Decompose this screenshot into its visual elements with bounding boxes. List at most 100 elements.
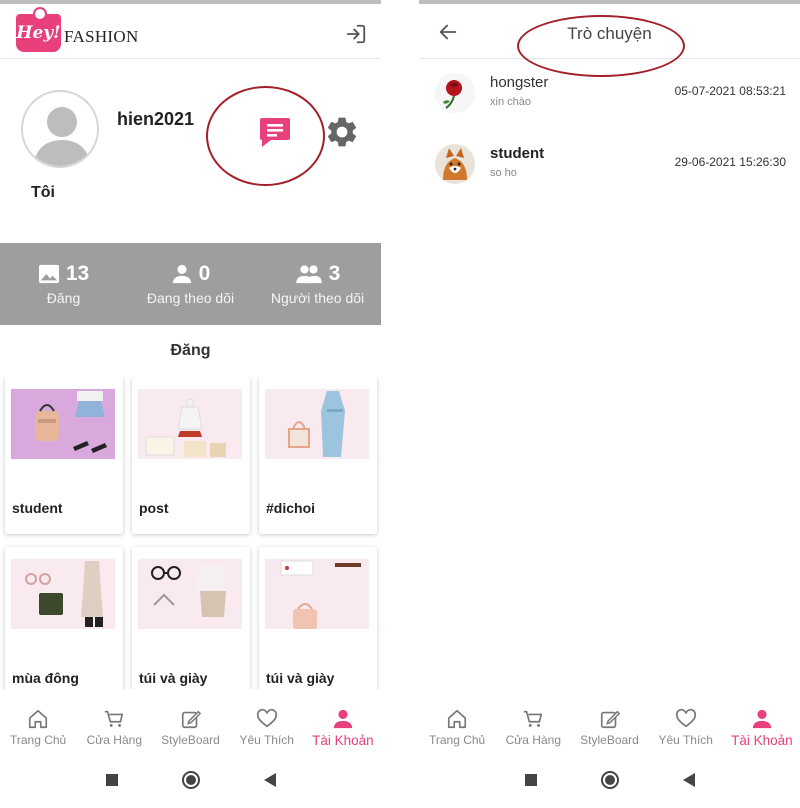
- posts-grid-viewport: student post #dichoi mùa đông túi và già…: [0, 377, 381, 689]
- conversation-time: 05-07-2021 08:53:21: [674, 84, 786, 98]
- stat-label: Đang theo dõi: [146, 290, 235, 306]
- post-card[interactable]: túi và giày: [259, 547, 377, 689]
- gear-icon[interactable]: [324, 114, 360, 150]
- stat-label: Đăng: [46, 290, 81, 306]
- nav-label: Trang Chủ: [9, 733, 67, 747]
- image-icon: [38, 264, 59, 284]
- home-button-icon[interactable]: [181, 770, 201, 790]
- post-title: túi và giày: [266, 670, 335, 686]
- conversation-item[interactable]: student so ho 29-06-2021 15:26:30: [419, 144, 800, 204]
- stat-posts[interactable]: 13 Đăng: [0, 243, 127, 325]
- chat-list-screen: Trò chuyện hongster xin chào 05-07-2021 …: [419, 0, 800, 808]
- home-icon: [29, 709, 48, 729]
- post-card[interactable]: student: [5, 377, 123, 534]
- post-image: [11, 559, 115, 629]
- nav-shop[interactable]: Cửa Hàng: [495, 700, 571, 752]
- bottom-nav: Trang Chủ Cửa Hàng StyleBoard Yêu Thích …: [0, 700, 381, 752]
- post-image: [11, 389, 115, 459]
- person-icon: [172, 264, 191, 284]
- account-icon: [752, 709, 772, 729]
- conversation-name: student: [490, 145, 545, 162]
- account-icon: [333, 709, 353, 729]
- screen-divider: [381, 0, 419, 808]
- nav-label: Cửa Hàng: [505, 733, 561, 747]
- chat-header: Trò chuyện: [419, 4, 800, 77]
- posts-grid: student post #dichoi mùa đông túi và già…: [5, 377, 377, 689]
- system-nav-bar: [0, 758, 381, 802]
- nav-home[interactable]: Trang Chủ: [419, 700, 495, 752]
- post-title: #dichoi: [266, 500, 316, 516]
- post-title: mùa đông: [12, 670, 79, 686]
- profile-caption: Tôi: [31, 184, 55, 201]
- edit-icon: [600, 710, 620, 729]
- logo-text: FASHION: [64, 27, 139, 46]
- post-title: post: [139, 500, 169, 516]
- post-card[interactable]: túi và giày: [132, 547, 250, 689]
- nav-label: Yêu Thích: [239, 733, 294, 747]
- post-image: [265, 559, 369, 629]
- post-image: [265, 389, 369, 459]
- nav-label: Trang Chủ: [428, 733, 486, 747]
- post-image: [138, 559, 242, 629]
- home-icon: [448, 709, 467, 729]
- annotation-oval: [517, 15, 685, 77]
- rose-avatar: [435, 73, 475, 113]
- nav-styleboard[interactable]: StyleBoard: [571, 700, 647, 752]
- heart-icon: [256, 708, 277, 728]
- nav-favorites[interactable]: Yêu Thích: [229, 700, 305, 752]
- post-image: [138, 389, 242, 459]
- nav-label: Tài Khoản: [731, 733, 793, 748]
- post-card[interactable]: #dichoi: [259, 377, 377, 534]
- post-title: student: [12, 500, 63, 516]
- heart-icon: [675, 708, 696, 728]
- nav-label: StyleBoard: [580, 733, 639, 747]
- dog-avatar: [435, 144, 475, 184]
- annotation-oval: [206, 86, 325, 186]
- system-nav-bar: [419, 758, 800, 802]
- profile-screen: Hey! FASHION hien2021 Tôi 13 Đăng 0 Đang…: [0, 0, 381, 808]
- post-title: túi và giày: [139, 670, 208, 686]
- app-logo[interactable]: Hey! FASHION: [16, 7, 139, 52]
- nav-label: StyleBoard: [161, 733, 220, 747]
- nav-styleboard[interactable]: StyleBoard: [152, 700, 228, 752]
- stat-following[interactable]: 0 Đang theo dõi: [127, 243, 254, 325]
- post-card[interactable]: post: [132, 377, 250, 534]
- bottom-nav: Trang Chủ Cửa Hàng StyleBoard Yêu Thích …: [419, 700, 800, 752]
- edit-icon: [181, 710, 201, 729]
- home-button-icon[interactable]: [600, 770, 620, 790]
- cart-icon: [524, 710, 543, 727]
- stats-bar: 13 Đăng 0 Đang theo dõi 3 Người theo dõi: [0, 243, 381, 325]
- conversation-time: 29-06-2021 15:26:30: [674, 155, 786, 169]
- back-triangle-icon[interactable]: [682, 772, 696, 788]
- stat-value: 13: [65, 262, 90, 285]
- stat-value: 3: [328, 262, 341, 285]
- avatar[interactable]: [21, 90, 99, 168]
- stat-followers[interactable]: 3 Người theo dõi: [254, 243, 381, 325]
- nav-favorites[interactable]: Yêu Thích: [648, 700, 724, 752]
- nav-account[interactable]: Tài Khoản: [724, 700, 800, 752]
- cart-icon: [105, 710, 124, 727]
- nav-label: Cửa Hàng: [86, 733, 142, 747]
- conversation-item[interactable]: hongster xin chào 05-07-2021 08:53:21: [419, 73, 800, 133]
- recents-icon[interactable]: [105, 773, 119, 787]
- nav-account[interactable]: Tài Khoản: [305, 700, 381, 752]
- group-icon: [295, 265, 322, 284]
- nav-label: Yêu Thích: [658, 733, 713, 747]
- post-card[interactable]: mùa đông: [5, 547, 123, 689]
- nav-shop[interactable]: Cửa Hàng: [76, 700, 152, 752]
- logout-icon[interactable]: [345, 23, 367, 45]
- username: hien2021: [117, 109, 195, 129]
- section-title: Đăng: [170, 342, 211, 359]
- conversation-message: so ho: [490, 167, 517, 179]
- back-triangle-icon[interactable]: [263, 772, 277, 788]
- app-header: Hey! FASHION: [0, 4, 381, 59]
- logo-tag: Hey!: [16, 7, 61, 52]
- recents-icon[interactable]: [524, 773, 538, 787]
- stat-value: 0: [198, 262, 211, 285]
- default-avatar-icon: [33, 107, 91, 166]
- conversation-message: xin chào: [490, 96, 531, 108]
- nav-home[interactable]: Trang Chủ: [0, 700, 76, 752]
- nav-label: Tài Khoản: [312, 733, 374, 748]
- stat-label: Người theo dõi: [270, 290, 365, 306]
- conversation-name: hongster: [490, 74, 549, 91]
